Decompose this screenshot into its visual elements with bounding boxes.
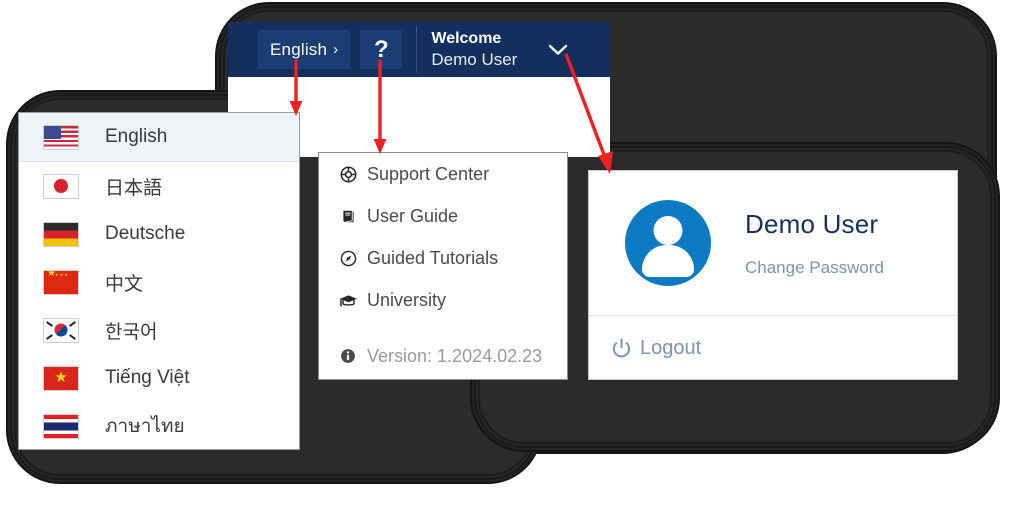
app-header: English › ? Welcome Demo User — [228, 22, 610, 77]
flag-japan-icon — [43, 173, 79, 199]
user-dropdown-panel: Demo User Change Password Logout — [588, 170, 958, 380]
logout-button[interactable]: Logout — [589, 316, 957, 380]
language-option-korean[interactable]: 한국어 — [19, 306, 299, 354]
book-icon — [337, 208, 359, 225]
change-password-link[interactable]: Change Password — [745, 258, 884, 278]
help-item-guided-tutorials[interactable]: Guided Tutorials — [319, 237, 567, 279]
compass-icon — [337, 250, 359, 267]
user-identity: Demo User Change Password — [745, 209, 884, 278]
help-dropdown-panel: Support Center User Guide Guided Tutoria… — [318, 152, 568, 380]
chevron-down-icon — [548, 40, 568, 60]
version-label: Version: 1.2024.02.23 — [367, 345, 543, 366]
flag-south-korea-icon — [43, 317, 79, 343]
chevron-right-icon: › — [333, 41, 339, 58]
question-mark-icon: ? — [374, 35, 389, 63]
language-option-japanese[interactable]: 日本語 — [19, 162, 299, 210]
language-option-vietnamese[interactable]: Tiếng Việt — [19, 354, 299, 402]
version-info-row: Version: 1.2024.02.23 — [319, 335, 567, 377]
flag-germany-icon — [43, 221, 79, 247]
language-option-label: ภาษาไทย — [105, 416, 185, 437]
language-option-german[interactable]: Deutsche — [19, 210, 299, 258]
help-item-label: Support Center — [367, 163, 490, 184]
avatar-head — [653, 216, 683, 245]
language-dropdown-panel: English 日本語 Deutsche 中文 한국어 Tiếng Việt ภ… — [18, 112, 300, 450]
help-item-label: Guided Tutorials — [367, 247, 499, 268]
info-icon — [337, 348, 359, 364]
flag-thailand-icon — [43, 413, 79, 439]
panel-user-name: Demo User — [745, 208, 879, 239]
screenshot-root: English › ? Welcome Demo User English 日本… — [0, 0, 1023, 516]
flag-vietnam-icon — [43, 365, 79, 391]
power-icon — [611, 338, 632, 359]
help-item-support-center[interactable]: Support Center — [319, 153, 567, 195]
language-selector-label: English — [270, 39, 328, 59]
help-item-label: User Guide — [367, 205, 459, 226]
help-item-user-guide[interactable]: User Guide — [319, 195, 567, 237]
language-option-chinese[interactable]: 中文 — [19, 258, 299, 306]
language-option-label: 中文 — [105, 273, 144, 295]
user-avatar-icon — [625, 200, 711, 286]
language-option-english[interactable]: English — [19, 113, 299, 162]
header-user-name: Demo User — [431, 49, 518, 69]
help-item-label: University — [367, 289, 447, 310]
language-option-label: Tiếng Việt — [105, 367, 190, 388]
help-item-university[interactable]: University — [319, 279, 567, 321]
avatar-body — [642, 245, 694, 277]
user-profile-section: Demo User Change Password — [589, 171, 957, 316]
language-option-label: Deutsche — [105, 223, 186, 244]
user-greeting: Welcome Demo User — [431, 29, 517, 70]
flag-china-icon — [43, 269, 79, 295]
language-option-label: English — [105, 126, 168, 147]
language-option-label: 한국어 — [105, 321, 158, 343]
lifebuoy-icon — [337, 166, 359, 183]
welcome-label: Welcome — [431, 29, 502, 47]
flag-united-states-icon — [43, 124, 79, 150]
language-option-label: 日本語 — [105, 177, 163, 199]
graduation-cap-icon — [337, 292, 359, 309]
help-button[interactable]: ? — [360, 30, 403, 69]
user-menu-trigger[interactable]: Welcome Demo User — [417, 22, 610, 77]
language-selector-button[interactable]: English › — [258, 30, 351, 69]
logout-label: Logout — [640, 336, 702, 359]
language-option-thai[interactable]: ภาษาไทย — [19, 402, 299, 450]
